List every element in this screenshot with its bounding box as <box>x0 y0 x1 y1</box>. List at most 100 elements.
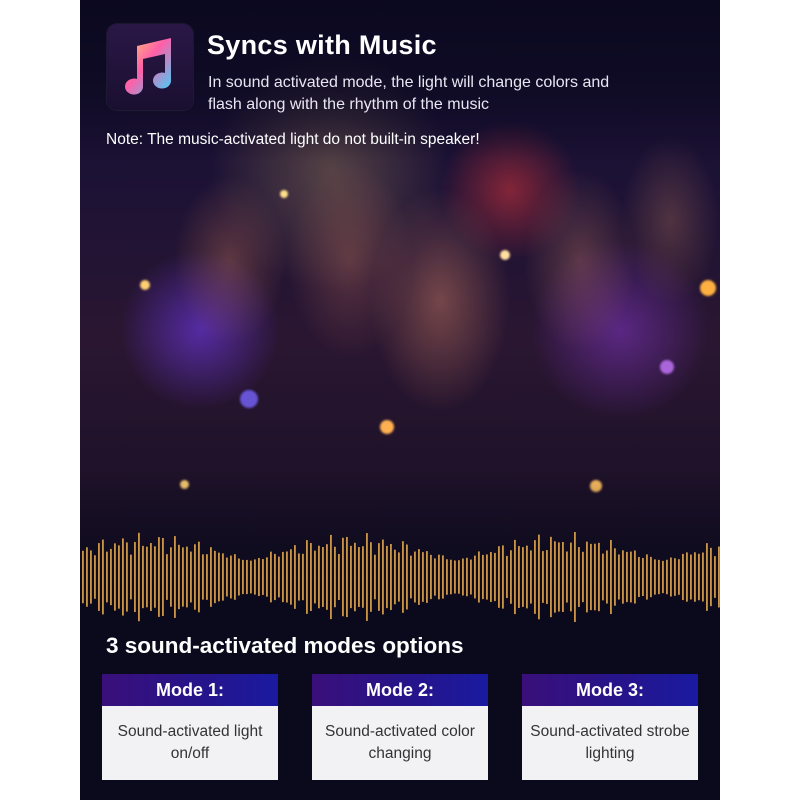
waveform-bar <box>286 551 288 603</box>
waveform-bar <box>598 542 600 612</box>
waveform-bar <box>186 546 188 608</box>
waveform-bar <box>714 556 716 598</box>
waveform-bar <box>658 559 660 595</box>
waveform-bar <box>122 538 124 616</box>
waveform-bar <box>414 551 416 603</box>
waveform-bar <box>178 544 180 610</box>
waveform-bar <box>394 549 396 605</box>
waveform-bar <box>594 543 596 611</box>
waveform-bar <box>554 541 556 613</box>
waveform-bar <box>238 558 240 596</box>
waveform-bar <box>630 551 632 603</box>
mode-label: Mode 2: <box>312 674 488 706</box>
waveform-bar <box>386 545 388 609</box>
waveform-bar <box>550 536 552 618</box>
waveform-bar <box>466 557 468 597</box>
waveform-bar <box>506 555 508 599</box>
waveform-bar <box>710 547 712 607</box>
waveform-bar <box>646 554 648 600</box>
waveform-bar <box>302 553 304 601</box>
waveform-bar <box>582 551 584 603</box>
waveform-bar <box>514 539 516 615</box>
mode-label: Mode 1: <box>102 674 278 706</box>
waveform-bar <box>586 541 588 613</box>
waveform-bar <box>250 560 252 594</box>
bokeh-light <box>240 390 258 408</box>
waveform-bar <box>602 553 604 601</box>
waveform-bar <box>146 546 148 608</box>
waveform-bar <box>142 545 144 609</box>
waveform-bar <box>258 557 260 597</box>
waveform-bar <box>350 545 352 609</box>
waveform-bar <box>290 549 292 605</box>
mode-card-3: Mode 3: Sound-activated strobe lighting <box>522 674 698 780</box>
waveform-bar <box>446 559 448 595</box>
waveform-bar <box>634 550 636 604</box>
waveform-bar <box>434 558 436 596</box>
waveform-bar <box>274 553 276 601</box>
sound-waveform <box>82 532 720 622</box>
waveform-bar <box>374 554 376 600</box>
waveform-bar <box>310 543 312 611</box>
waveform-bar <box>462 558 464 596</box>
waveform-bar <box>390 543 392 611</box>
waveform-bar <box>682 553 684 601</box>
waveform-bar <box>618 554 620 600</box>
waveform-bar <box>430 554 432 600</box>
waveform-bar <box>162 537 164 617</box>
waveform-bar <box>614 548 616 606</box>
waveform-bar <box>110 548 112 606</box>
waveform-bar <box>702 552 704 602</box>
waveform-bar <box>282 551 284 603</box>
bokeh-light <box>500 250 510 260</box>
waveform-bar <box>698 553 700 601</box>
waveform-bar <box>650 556 652 598</box>
waveform-bar <box>334 546 336 608</box>
waveform-bar <box>234 554 236 600</box>
waveform-bar <box>242 559 244 595</box>
waveform-bar <box>318 545 320 609</box>
waveform-bar <box>526 545 528 609</box>
waveform-bar <box>194 544 196 610</box>
waveform-bar <box>638 556 640 598</box>
waveform-bar <box>202 554 204 600</box>
waveform-bar <box>190 551 192 603</box>
waveform-bars <box>82 532 720 622</box>
waveform-bar <box>662 560 664 594</box>
waveform-bar <box>510 550 512 604</box>
waveform-bar <box>382 539 384 615</box>
waveform-bar <box>418 549 420 605</box>
waveform-bar <box>338 553 340 601</box>
waveform-bar <box>246 559 248 595</box>
mode-description: Sound-activated strobe lighting <box>530 723 690 762</box>
waveform-bar <box>398 552 400 602</box>
waveform-bar <box>214 550 216 604</box>
waveform-bar <box>450 559 452 595</box>
waveform-bar <box>82 550 84 604</box>
waveform-bar <box>610 539 612 615</box>
waveform-bar <box>94 555 96 599</box>
waveform-bar <box>150 543 152 611</box>
waveform-bar <box>678 559 680 595</box>
waveform-bar <box>570 542 572 612</box>
waveform-bar <box>674 558 676 596</box>
waveform-bar <box>606 550 608 604</box>
waveform-bar <box>498 546 500 608</box>
waveform-bar <box>86 547 88 607</box>
waveform-bar <box>470 559 472 595</box>
waveform-bar <box>666 559 668 595</box>
waveform-bar <box>322 547 324 607</box>
waveform-bar <box>578 547 580 607</box>
waveform-bar <box>354 542 356 612</box>
waveform-bar <box>518 546 520 608</box>
waveform-bar <box>534 540 536 614</box>
waveform-bar <box>118 545 120 609</box>
waveform-bar <box>522 547 524 607</box>
mode-label: Mode 3: <box>522 674 698 706</box>
waveform-bar <box>346 536 348 618</box>
waveform-bar <box>270 551 272 603</box>
music-note-glyph <box>125 38 172 95</box>
waveform-bar <box>590 543 592 611</box>
waveform-bar <box>254 559 256 595</box>
waveform-bar <box>138 532 140 622</box>
